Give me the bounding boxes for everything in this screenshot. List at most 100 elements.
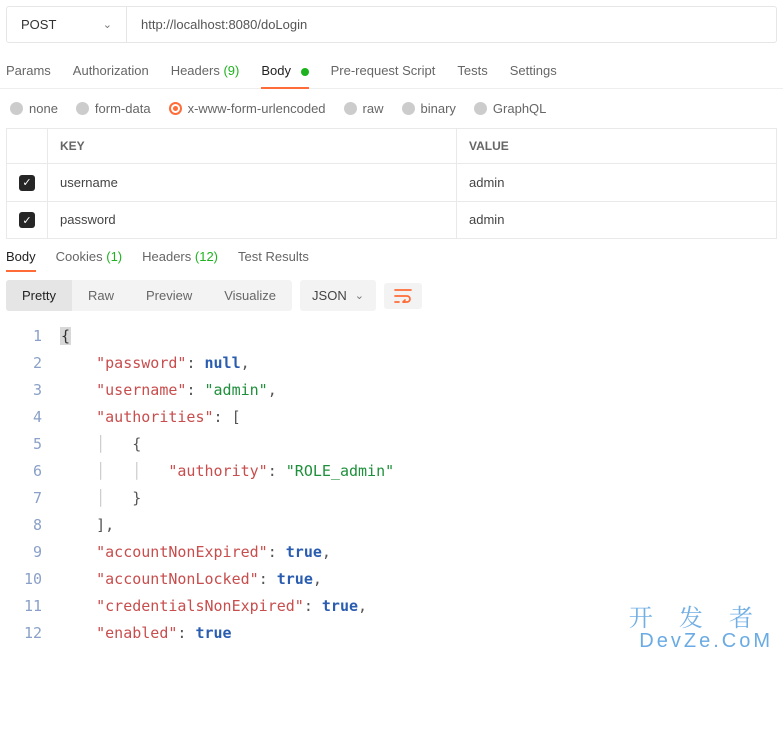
radio-formdata[interactable]: form-data <box>76 101 151 116</box>
body-type-row: none form-data x-www-form-urlencoded raw… <box>0 89 783 128</box>
tab-tests[interactable]: Tests <box>457 63 487 88</box>
line-content: { <box>60 323 71 350</box>
line-content: "accountNonExpired": true, <box>60 539 331 566</box>
chevron-down-icon: ⌄ <box>355 289 364 302</box>
radio-icon <box>402 102 415 115</box>
tab-settings[interactable]: Settings <box>510 63 557 88</box>
line-content: "authorities": [ <box>60 404 241 431</box>
tab-params[interactable]: Params <box>6 63 51 88</box>
line-content: "credentialsNonExpired": true, <box>60 593 367 620</box>
line-number: 5 <box>6 431 60 458</box>
resp-headers-count: (12) <box>195 249 218 264</box>
resp-tab-body[interactable]: Body <box>6 249 36 272</box>
url-input[interactable] <box>127 7 776 42</box>
resp-headers-label: Headers <box>142 249 191 264</box>
row-checkbox-cell: ✓ <box>7 164 48 202</box>
code-line: 5 │ { <box>6 431 777 458</box>
line-content: │ │ "authority": "ROLE_admin" <box>60 458 394 485</box>
radio-raw-label: raw <box>363 101 384 116</box>
tab-prerequest[interactable]: Pre-request Script <box>331 63 436 88</box>
tab-headers[interactable]: Headers (9) <box>171 63 240 88</box>
radio-formdata-label: form-data <box>95 101 151 116</box>
code-line: 9 "accountNonExpired": true, <box>6 539 777 566</box>
response-body[interactable]: 1{2 "password": null,3 "username": "admi… <box>0 319 783 651</box>
method-select[interactable]: POST ⌄ <box>7 7 127 42</box>
table-row[interactable]: ✓ username admin <box>7 164 777 202</box>
line-content: │ { <box>60 431 141 458</box>
body-params-table: KEY VALUE ✓ username admin✓ password adm… <box>6 128 777 239</box>
code-line: 4 "authorities": [ <box>6 404 777 431</box>
format-select[interactable]: JSON ⌄ <box>300 280 376 311</box>
tab-headers-label: Headers <box>171 63 220 78</box>
line-number: 4 <box>6 404 60 431</box>
line-content: "enabled": true <box>60 620 232 647</box>
line-number: 9 <box>6 539 60 566</box>
code-line: 11 "credentialsNonExpired": true, <box>6 593 777 620</box>
format-label: JSON <box>312 288 347 303</box>
view-raw[interactable]: Raw <box>72 280 130 311</box>
line-content: │ } <box>60 485 141 512</box>
radio-urlencoded[interactable]: x-www-form-urlencoded <box>169 101 326 116</box>
code-line: 10 "accountNonLocked": true, <box>6 566 777 593</box>
line-number: 2 <box>6 350 60 377</box>
tab-authorization[interactable]: Authorization <box>73 63 149 88</box>
resp-tab-tests[interactable]: Test Results <box>238 249 309 272</box>
row-value[interactable]: admin <box>457 201 777 239</box>
radio-binary-label: binary <box>421 101 456 116</box>
radio-icon <box>76 102 89 115</box>
line-content: "accountNonLocked": true, <box>60 566 322 593</box>
radio-none[interactable]: none <box>10 101 58 116</box>
view-preview[interactable]: Preview <box>130 280 208 311</box>
view-pretty[interactable]: Pretty <box>6 280 72 311</box>
line-number: 1 <box>6 323 60 350</box>
table-row[interactable]: ✓ password admin <box>7 201 777 239</box>
line-content: "password": null, <box>60 350 250 377</box>
radio-none-label: none <box>29 101 58 116</box>
tab-body[interactable]: Body <box>261 63 308 88</box>
resp-tab-cookies[interactable]: Cookies (1) <box>56 249 122 272</box>
radio-raw[interactable]: raw <box>344 101 384 116</box>
line-number: 10 <box>6 566 60 593</box>
radio-icon <box>169 102 182 115</box>
chevron-down-icon: ⌄ <box>103 18 112 31</box>
row-checkbox-cell: ✓ <box>7 201 48 239</box>
radio-graphql[interactable]: GraphQL <box>474 101 546 116</box>
radio-graphql-label: GraphQL <box>493 101 546 116</box>
line-number: 12 <box>6 620 60 647</box>
view-row: Pretty Raw Preview Visualize JSON ⌄ <box>0 272 783 319</box>
dot-icon <box>301 68 309 76</box>
tab-headers-count: (9) <box>223 63 239 78</box>
line-content: ], <box>60 512 114 539</box>
code-line: 8 ], <box>6 512 777 539</box>
line-number: 8 <box>6 512 60 539</box>
code-line: 7 │ } <box>6 485 777 512</box>
line-content: "username": "admin", <box>60 377 277 404</box>
wrap-icon <box>394 289 412 303</box>
response-tabs: Body Cookies (1) Headers (12) Test Resul… <box>0 239 783 272</box>
col-check <box>7 129 48 164</box>
checkbox-checked-icon[interactable]: ✓ <box>19 175 35 191</box>
view-visualize[interactable]: Visualize <box>208 280 292 311</box>
radio-icon <box>10 102 23 115</box>
line-number: 6 <box>6 458 60 485</box>
code-line: 3 "username": "admin", <box>6 377 777 404</box>
row-value[interactable]: admin <box>457 164 777 202</box>
request-tabs: Params Authorization Headers (9) Body Pr… <box>0 49 783 89</box>
radio-binary[interactable]: binary <box>402 101 456 116</box>
method-label: POST <box>21 17 56 32</box>
wrap-lines-button[interactable] <box>384 283 422 309</box>
resp-tab-headers[interactable]: Headers (12) <box>142 249 218 272</box>
row-key[interactable]: password <box>48 201 457 239</box>
resp-cookies-count: (1) <box>106 249 122 264</box>
line-number: 3 <box>6 377 60 404</box>
resp-cookies-label: Cookies <box>56 249 103 264</box>
col-key: KEY <box>48 129 457 164</box>
radio-icon <box>474 102 487 115</box>
view-segment: Pretty Raw Preview Visualize <box>6 280 292 311</box>
code-line: 2 "password": null, <box>6 350 777 377</box>
checkbox-checked-icon[interactable]: ✓ <box>19 212 35 228</box>
code-line: 6 │ │ "authority": "ROLE_admin" <box>6 458 777 485</box>
row-key[interactable]: username <box>48 164 457 202</box>
code-line: 12 "enabled": true <box>6 620 777 647</box>
line-number: 11 <box>6 593 60 620</box>
